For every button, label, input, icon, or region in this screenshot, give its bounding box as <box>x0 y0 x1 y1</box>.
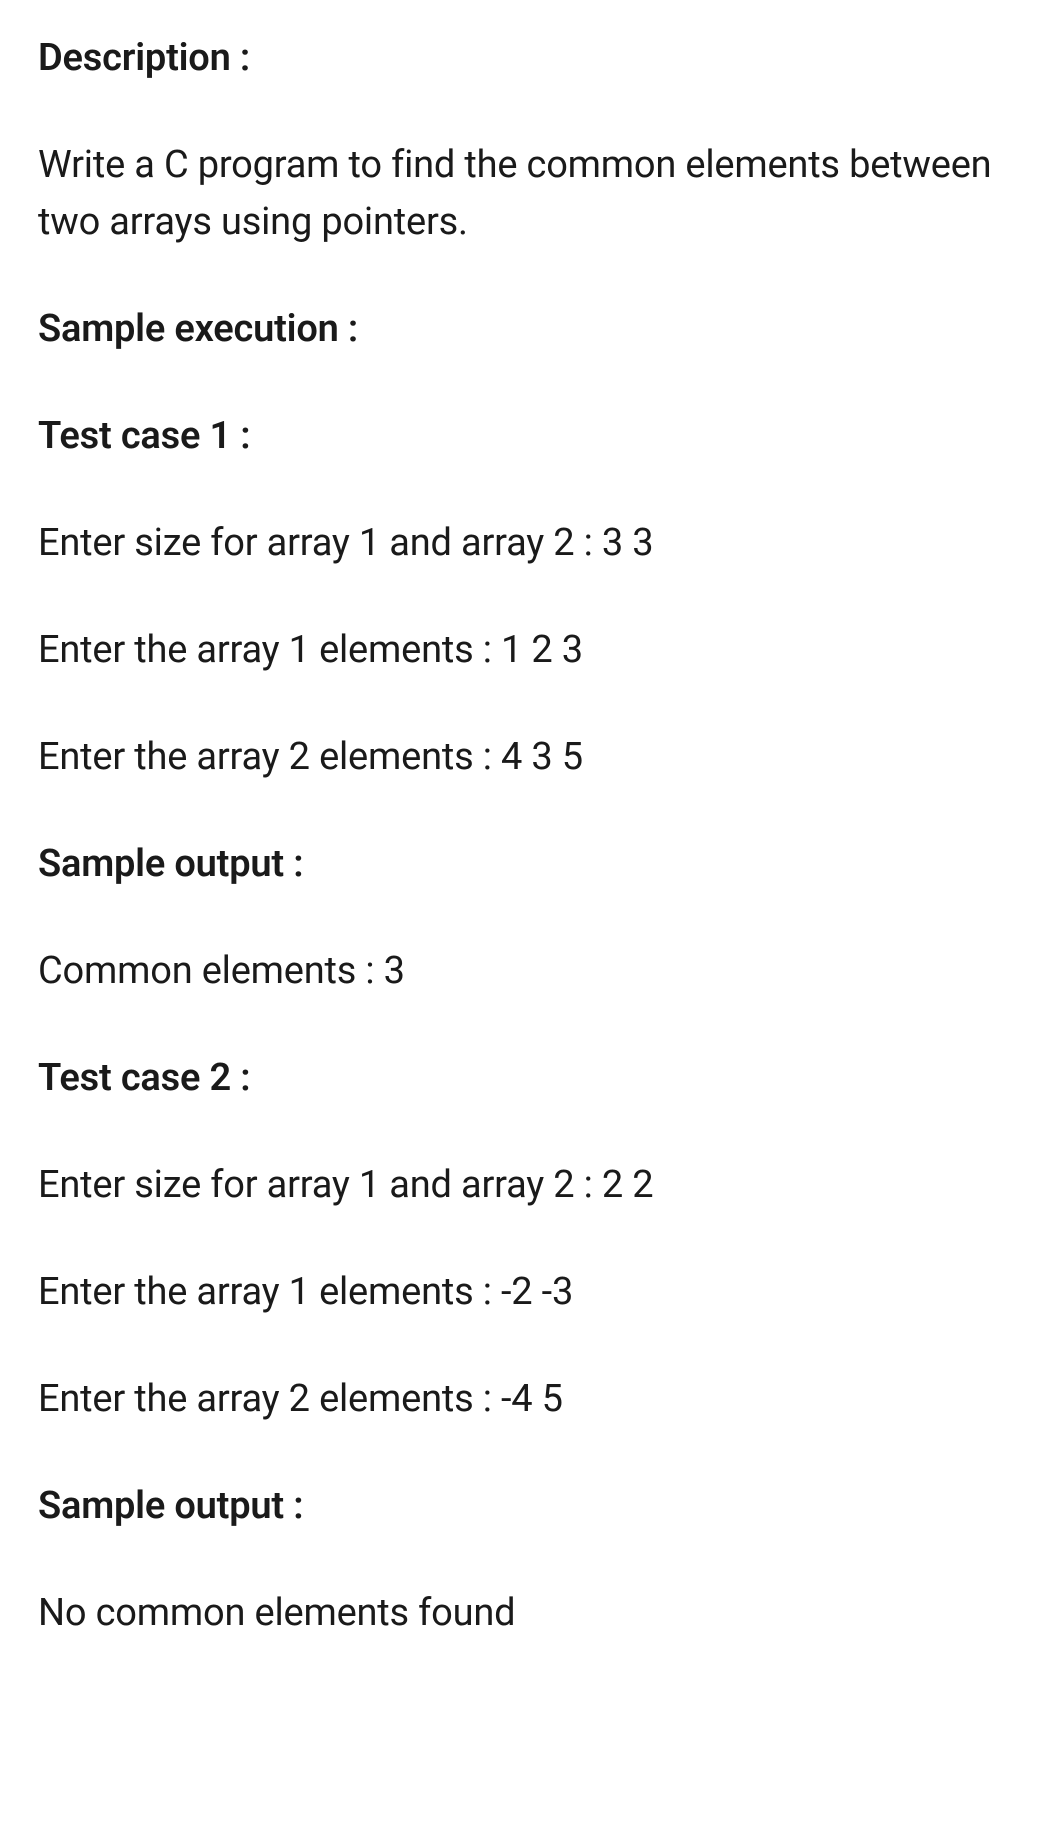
testcase-2-output-body: No common elements found <box>38 1585 1026 1642</box>
testcase-1-array2-line: Enter the array 2 elements : 4 3 5 <box>38 729 1026 786</box>
testcase-2-array1-line: Enter the array 1 elements : -2 -3 <box>38 1264 1026 1321</box>
testcase-1-array1-line: Enter the array 1 elements : 1 2 3 <box>38 622 1026 679</box>
testcase-1-output-heading: Sample output : <box>38 836 1026 893</box>
testcase-1-size-line: Enter size for array 1 and array 2 : 3 3 <box>38 515 1026 572</box>
testcase-2-output-heading: Sample output : <box>38 1478 1026 1535</box>
testcase-2-array2-line: Enter the array 2 elements : -4 5 <box>38 1371 1026 1428</box>
testcase-1-heading: Test case 1 : <box>38 408 1026 465</box>
description-heading: Description : <box>38 30 1026 87</box>
testcase-2-heading: Test case 2 : <box>38 1050 1026 1107</box>
testcase-2-size-line: Enter size for array 1 and array 2 : 2 2 <box>38 1157 1026 1214</box>
testcase-1-output-body: Common elements : 3 <box>38 943 1026 1000</box>
description-body: Write a C program to find the common ele… <box>38 137 1026 251</box>
sample-execution-heading: Sample execution : <box>38 301 1026 358</box>
